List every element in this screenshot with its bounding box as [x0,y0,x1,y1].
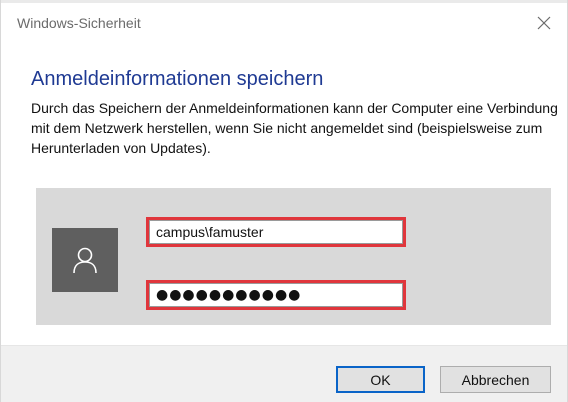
title-bar[interactable]: Windows-Sicherheit [1,3,567,41]
username-field-highlight: campus\famuster [146,217,406,247]
button-bar: OK Abbrechen [1,345,567,402]
dialog-heading: Anmeldeinformationen speichern [31,68,324,90]
close-button[interactable] [529,9,559,37]
password-value: ●●●●●●●●●●● [156,287,302,303]
password-field-highlight: ●●●●●●●●●●● [146,280,406,310]
window-title: Windows-Sicherheit [17,15,141,31]
dialog-window: Windows-Sicherheit Anmeldeinformationen … [0,0,568,402]
username-value: campus\famuster [156,224,264,240]
ok-button[interactable]: OK [336,366,425,393]
close-icon [537,16,551,30]
username-input[interactable]: campus\famuster [149,220,403,244]
user-icon [73,247,97,274]
avatar [52,228,118,292]
dialog-description: Durch das Speichern der Anmeldeinformati… [31,100,558,156]
credential-panel: campus\famuster ●●●●●●●●●●● [36,188,551,325]
cancel-button[interactable]: Abbrechen [440,366,551,393]
password-input[interactable]: ●●●●●●●●●●● [149,283,403,307]
